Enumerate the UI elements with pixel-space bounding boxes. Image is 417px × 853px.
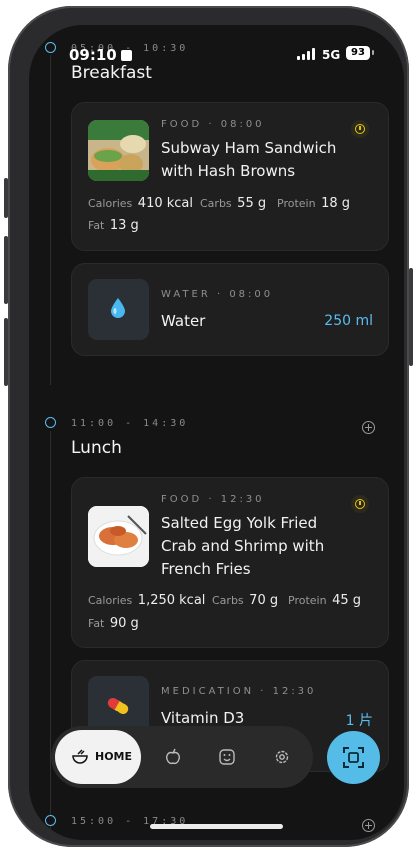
food-bowl-icon bbox=[72, 749, 88, 764]
medication-amount: 1 片 bbox=[345, 713, 373, 729]
face-icon[interactable] bbox=[218, 748, 236, 766]
action-button bbox=[4, 178, 8, 218]
add-entry-icon[interactable] bbox=[362, 819, 375, 832]
scan-button[interactable] bbox=[327, 731, 380, 784]
scan-frame-icon bbox=[343, 747, 364, 768]
pill-icon bbox=[107, 698, 129, 714]
water-drop-icon bbox=[111, 298, 125, 318]
battery-icon: 93 bbox=[346, 46, 370, 60]
app-screen: 09:10 5G 93 05:00 - 10:30 Breakfast FOOD… bbox=[29, 25, 404, 840]
nutrient-carbs: Carbs 70 g bbox=[212, 593, 279, 608]
home-indicator[interactable] bbox=[150, 824, 283, 829]
entry-title: Salted Egg Yolk Fried Crab and Shrimp wi… bbox=[161, 514, 325, 578]
food-entry-card[interactable]: FOOD · 08:00 Subway Ham Sandwich with Ha… bbox=[71, 102, 389, 251]
nutrient-fat: Fat 13 g bbox=[88, 218, 139, 233]
food-photo bbox=[88, 120, 149, 181]
water-entry-card[interactable]: WATER · 08:00 Water 250 ml bbox=[71, 263, 389, 356]
entry-category-time: FOOD · 08:00 bbox=[161, 119, 265, 130]
timeline-line bbox=[50, 55, 51, 385]
nutrient-calories: Calories 410 kcal bbox=[88, 196, 193, 211]
network-type: 5G bbox=[322, 48, 341, 62]
nutrient-calories: Calories 1,250 kcal bbox=[88, 593, 206, 608]
nutrient-protein: Protein 18 g bbox=[277, 196, 350, 211]
add-entry-icon[interactable] bbox=[362, 421, 375, 434]
phone-frame: 09:10 5G 93 05:00 - 10:30 Breakfast FOOD… bbox=[4, 6, 413, 847]
nutrient-protein: Protein 45 g bbox=[288, 593, 361, 608]
timeline-node bbox=[45, 417, 56, 428]
nutrient-fat: Fat 90 g bbox=[88, 616, 139, 631]
timeline-node bbox=[45, 815, 56, 826]
food-photo bbox=[88, 506, 149, 567]
entry-title: Subway Ham Sandwich with Hash Browns bbox=[161, 139, 337, 180]
power-button bbox=[409, 268, 413, 366]
water-icon-box bbox=[88, 279, 149, 340]
volume-up-button bbox=[4, 236, 8, 304]
apple-icon[interactable] bbox=[164, 748, 182, 766]
nav-home-tab[interactable]: HOME bbox=[55, 730, 141, 784]
entry-category-time: MEDICATION · 12:30 bbox=[161, 686, 317, 697]
section-title: Lunch bbox=[71, 438, 122, 458]
section-time-range: 11:00 - 14:30 bbox=[71, 418, 189, 429]
status-bar: 09:10 5G 93 bbox=[29, 45, 404, 67]
entry-title: Water bbox=[161, 312, 206, 330]
volume-down-button bbox=[4, 318, 8, 386]
signal-icon bbox=[297, 48, 315, 60]
timeline-line bbox=[50, 431, 51, 831]
warning-icon[interactable] bbox=[351, 120, 369, 138]
nav-home-label: HOME bbox=[95, 750, 133, 763]
settings-gear-icon[interactable] bbox=[273, 748, 291, 766]
food-entry-card[interactable]: FOOD · 12:30 Salted Egg Yolk Fried Crab … bbox=[71, 477, 389, 648]
battery-tip bbox=[372, 50, 374, 55]
water-amount: 250 ml bbox=[324, 313, 373, 329]
bottom-nav: HOME bbox=[51, 726, 313, 788]
status-time: 09:10 bbox=[69, 46, 132, 64]
nutrient-carbs: Carbs 55 g bbox=[200, 196, 267, 211]
warning-icon[interactable] bbox=[351, 495, 369, 513]
entry-category-time: WATER · 08:00 bbox=[161, 289, 274, 300]
id-card-icon bbox=[120, 50, 132, 61]
entry-category-time: FOOD · 12:30 bbox=[161, 494, 265, 505]
